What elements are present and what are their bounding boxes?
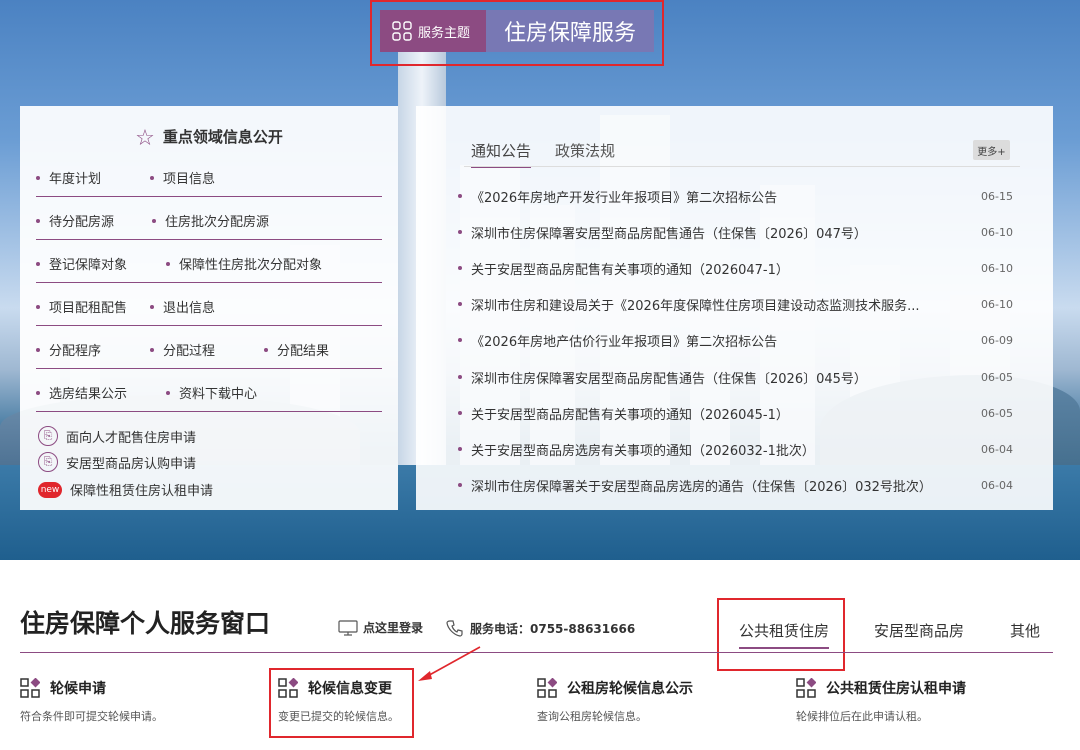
phone-icon bbox=[446, 620, 463, 637]
tab-other[interactable]: 其他 bbox=[1010, 620, 1040, 641]
grid-icon bbox=[537, 678, 557, 698]
news-item[interactable]: 深圳市住房保障署安居型商品房配售通告（住保售〔2026〕045号） 06-05 bbox=[458, 359, 1013, 395]
red-arrow-icon bbox=[418, 646, 481, 681]
monitor-icon bbox=[338, 619, 358, 636]
app-talent-housing[interactable]: ⎘ 面向人才配售住房申请 bbox=[38, 426, 196, 446]
document-circle-icon: ⎘ bbox=[38, 452, 58, 472]
grid-icon bbox=[796, 678, 816, 698]
app-rental-housing[interactable]: new 保障性租赁住房认租申请 bbox=[38, 480, 213, 499]
service-window-title: 住房保障个人服务窗口 bbox=[20, 609, 271, 638]
news-date: 06-15 bbox=[981, 189, 1013, 203]
link-annual-plan[interactable]: 年度计划 bbox=[36, 168, 101, 187]
info-row: 待分配房源 住房批次分配房源 bbox=[36, 197, 382, 240]
service-theme-label: 服务主题 bbox=[418, 25, 471, 41]
link-project-allocation[interactable]: 项目配租配售 bbox=[36, 297, 127, 316]
service-waitlist-apply[interactable]: 轮候申请 符合条件即可提交轮候申请。 bbox=[20, 678, 163, 724]
news-title: 《2026年房地产开发行业年报项目》第二次招标公告 bbox=[471, 190, 778, 206]
news-date: 06-09 bbox=[981, 333, 1013, 347]
info-row: 分配程序 分配过程 分配结果 bbox=[36, 326, 382, 369]
news-date: 06-10 bbox=[981, 225, 1013, 239]
news-item[interactable]: 深圳市住房和建设局关于《2026年度保障性住房项目建设动态监测技术服务... 06… bbox=[458, 286, 1013, 322]
housing-security-service-title[interactable]: 住房保障服务 bbox=[486, 10, 654, 52]
news-item[interactable]: 关于安居型商品房选房有关事项的通知（2026032-1批次） 06-04 bbox=[458, 431, 1013, 467]
link-download-center[interactable]: 资料下载中心 bbox=[166, 383, 257, 402]
link-batch-objects[interactable]: 保障性住房批次分配对象 bbox=[166, 254, 322, 273]
news-panel: 通知公告 政策法规 更多+ 《2026年房地产开发行业年报项目》第二次招标公告 0… bbox=[416, 106, 1053, 510]
service-window-divider bbox=[20, 652, 1053, 653]
news-title: 关于安居型商品房配售有关事项的通知（2026045-1） bbox=[471, 407, 789, 423]
news-item[interactable]: 深圳市住房保障署关于安居型商品房选房的通告（住保售〔2026〕032号批次） 06… bbox=[458, 467, 1013, 503]
more-button[interactable]: 更多+ bbox=[973, 140, 1010, 160]
news-title: 深圳市住房和建设局关于《2026年度保障性住房项目建设动态监测技术服务... bbox=[471, 298, 920, 314]
tab-public-rental[interactable]: 公共租赁住房 bbox=[739, 620, 830, 649]
news-item[interactable]: 《2026年房地产估价行业年报项目》第二次招标公告 06-09 bbox=[458, 322, 1013, 358]
link-allocation-result[interactable]: 分配结果 bbox=[264, 340, 329, 359]
info-row: 选房结果公示 资料下载中心 bbox=[36, 369, 382, 412]
info-row: 登记保障对象 保障性住房批次分配对象 bbox=[36, 240, 382, 283]
news-item[interactable]: 深圳市住房保障署安居型商品房配售通告（住保售〔2026〕047号） 06-10 bbox=[458, 214, 1013, 250]
news-date: 06-05 bbox=[981, 406, 1013, 420]
key-info-disclosure-panel: ☆ 重点领域信息公开 年度计划 项目信息 待分配房源 住房批次分配房源 登记保障对… bbox=[20, 106, 398, 510]
news-title: 深圳市住房保障署安居型商品房配售通告（住保售〔2026〕045号） bbox=[471, 371, 867, 387]
grid-icon bbox=[20, 678, 40, 698]
service-waitlist-publicity[interactable]: 公租房轮候信息公示 查询公租房轮候信息。 bbox=[537, 678, 693, 724]
tab-affordable-housing[interactable]: 安居型商品房 bbox=[874, 620, 964, 641]
news-title: 深圳市住房保障署安居型商品房配售通告（住保售〔2026〕047号） bbox=[471, 226, 867, 242]
link-batch-housing[interactable]: 住房批次分配房源 bbox=[152, 211, 269, 230]
news-title: 关于安居型商品房配售有关事项的通知（2026047-1） bbox=[471, 262, 789, 278]
info-row: 年度计划 项目信息 bbox=[36, 154, 382, 197]
app-commodity-housing[interactable]: ⎘ 安居型商品房认购申请 bbox=[38, 452, 196, 472]
login-link[interactable]: 点这里登录 bbox=[338, 619, 423, 636]
news-title: 深圳市住房保障署关于安居型商品房选房的通告（住保售〔2026〕032号批次） bbox=[471, 479, 932, 495]
document-circle-icon: ⎘ bbox=[38, 426, 58, 446]
news-title: 《2026年房地产估价行业年报项目》第二次招标公告 bbox=[471, 334, 778, 350]
panel-title: ☆ 重点领域信息公开 bbox=[135, 126, 283, 151]
service-rental-apply[interactable]: 公共租赁住房认租申请 轮候排位后在此申请认租。 bbox=[796, 678, 966, 724]
news-item[interactable]: 《2026年房地产开发行业年报项目》第二次招标公告 06-15 bbox=[458, 178, 1013, 214]
link-project-info[interactable]: 项目信息 bbox=[150, 168, 215, 187]
news-date: 06-04 bbox=[981, 442, 1013, 456]
link-registered-objects[interactable]: 登记保障对象 bbox=[36, 254, 127, 273]
star-icon: ☆ bbox=[135, 126, 155, 151]
news-item[interactable]: 关于安居型商品房配售有关事项的通知（2026045-1） 06-05 bbox=[458, 395, 1013, 431]
news-date: 06-10 bbox=[981, 261, 1013, 275]
link-pending-housing[interactable]: 待分配房源 bbox=[36, 211, 114, 230]
link-selection-result[interactable]: 选房结果公示 bbox=[36, 383, 127, 402]
tab-divider bbox=[464, 166, 1020, 167]
info-row: 项目配租配售 退出信息 bbox=[36, 283, 382, 326]
news-date: 06-10 bbox=[981, 297, 1013, 311]
tab-policies[interactable]: 政策法规 bbox=[555, 140, 615, 168]
service-theme-badge[interactable]: 服务主题 bbox=[380, 10, 486, 52]
news-tabs: 通知公告 政策法规 bbox=[471, 140, 615, 168]
news-title: 关于安居型商品房选房有关事项的通知（2026032-1批次） bbox=[471, 443, 815, 459]
grid-icon bbox=[278, 678, 298, 698]
service-phone: 服务电话：0755-88631666 bbox=[446, 619, 635, 637]
service-theme-highlight: 服务主题 住房保障服务 bbox=[370, 0, 664, 66]
news-date: 06-05 bbox=[981, 370, 1013, 384]
grid-icon bbox=[392, 21, 412, 41]
news-date: 06-04 bbox=[981, 478, 1013, 492]
link-allocation-process[interactable]: 分配过程 bbox=[150, 340, 215, 359]
tab-notices[interactable]: 通知公告 bbox=[471, 140, 532, 168]
link-exit-info[interactable]: 退出信息 bbox=[150, 297, 215, 316]
new-badge-icon: new bbox=[38, 481, 62, 498]
service-waitlist-change[interactable]: 轮候信息变更 变更已提交的轮候信息。 bbox=[278, 678, 399, 724]
link-allocation-procedure[interactable]: 分配程序 bbox=[36, 340, 101, 359]
news-item[interactable]: 关于安居型商品房配售有关事项的通知（2026047-1） 06-10 bbox=[458, 250, 1013, 286]
